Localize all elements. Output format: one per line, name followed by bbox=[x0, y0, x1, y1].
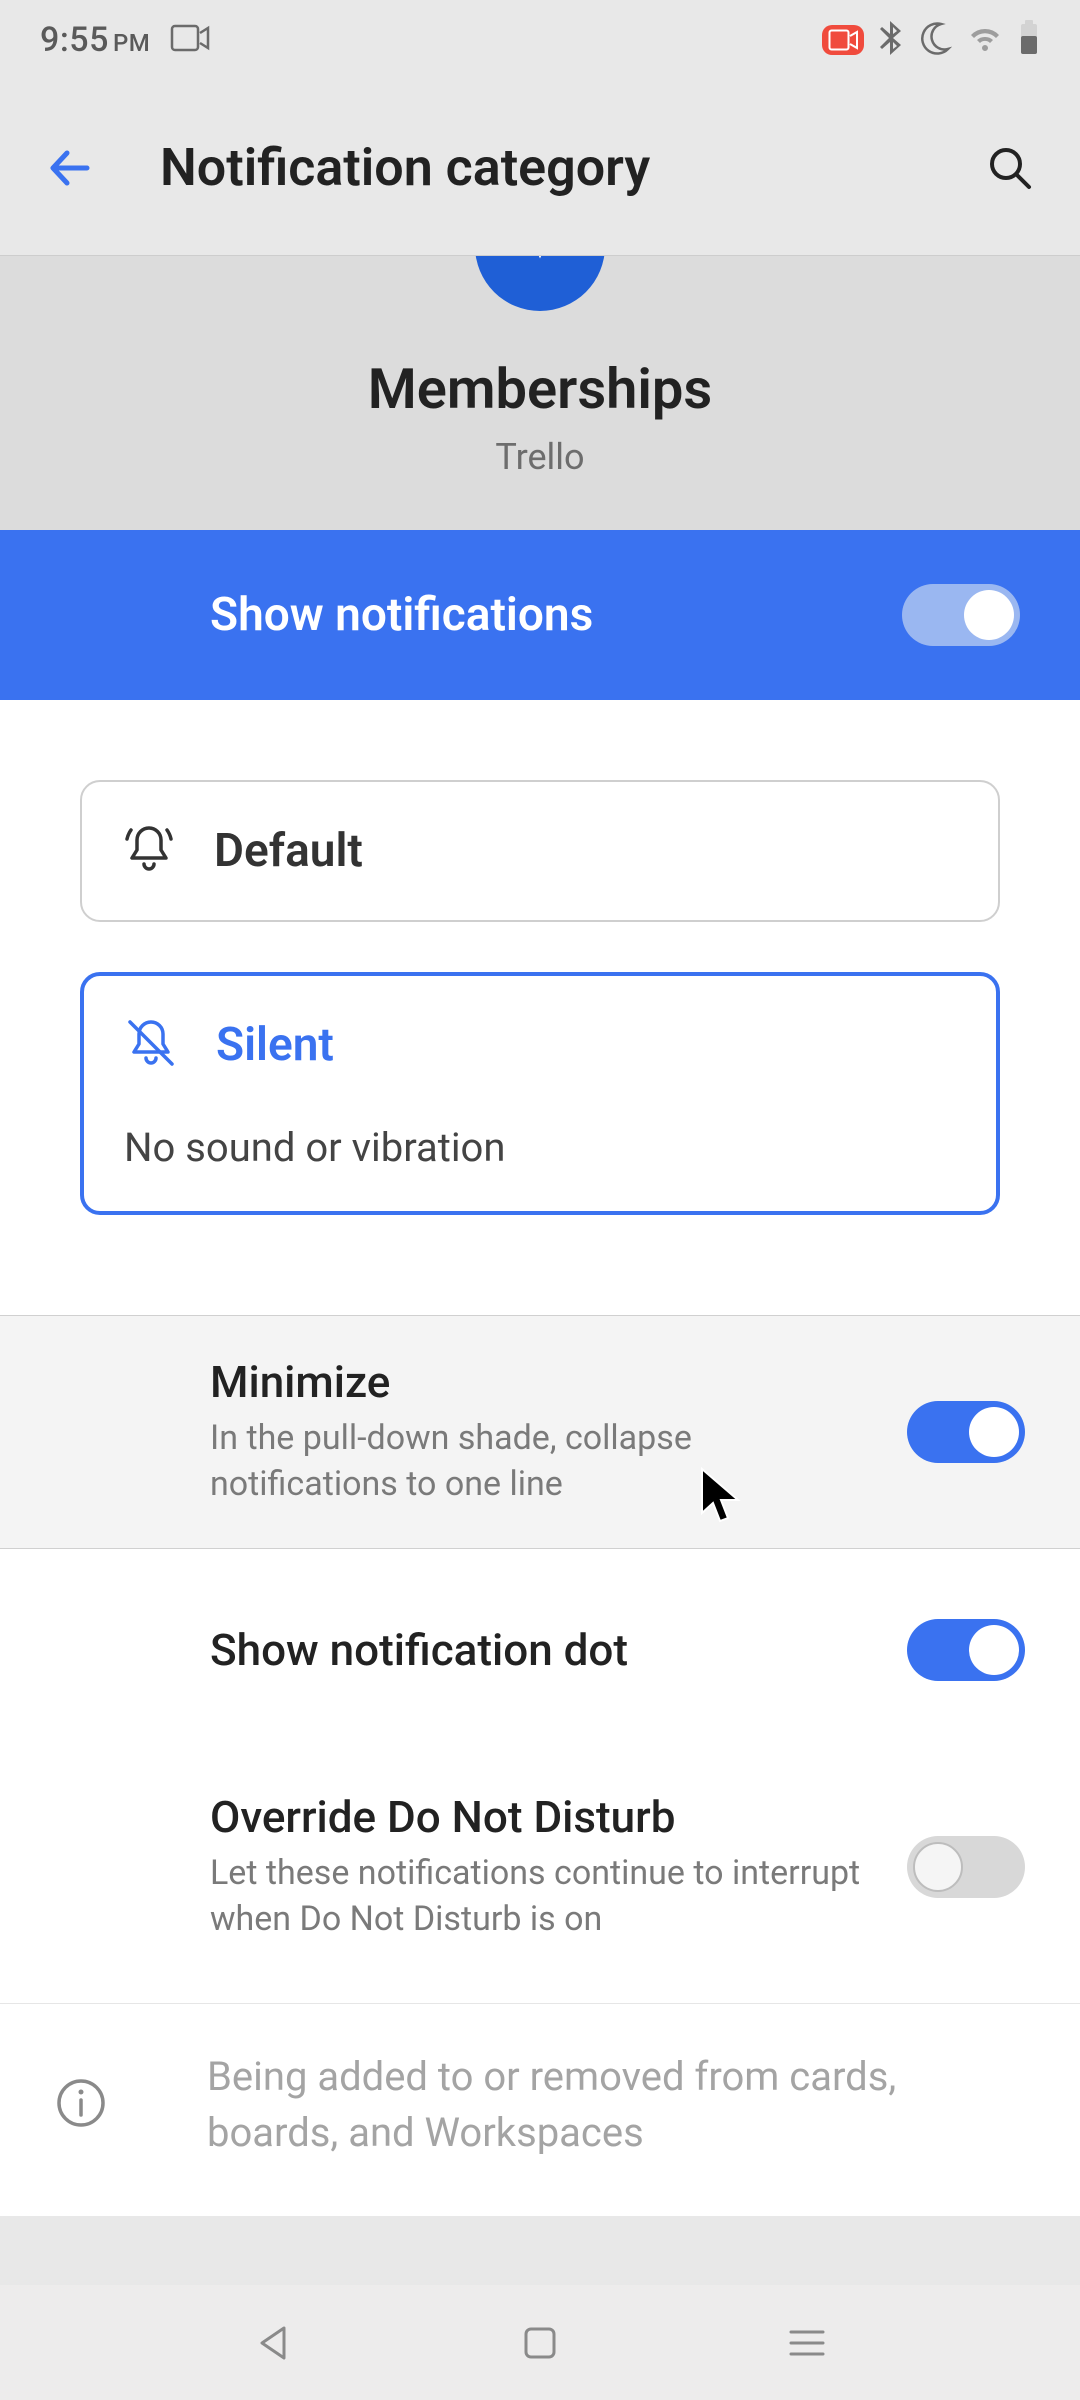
clock: 9:55PM bbox=[40, 20, 150, 60]
dnd-toggle[interactable] bbox=[907, 1836, 1025, 1898]
nav-home-button[interactable] bbox=[510, 2313, 570, 2373]
settings-list: Minimize In the pull-down shade, collaps… bbox=[0, 1315, 1080, 2216]
dot-title: Show notification dot bbox=[210, 1624, 867, 1676]
menu-recents-icon bbox=[787, 2326, 827, 2360]
status-left: 9:55PM bbox=[40, 20, 210, 60]
nav-recents-button[interactable] bbox=[777, 2313, 837, 2373]
screen-record-outline-icon bbox=[170, 24, 210, 56]
battery-icon bbox=[1018, 20, 1040, 60]
search-button[interactable] bbox=[975, 133, 1045, 203]
nav-back-button[interactable] bbox=[243, 2313, 303, 2373]
mode-default-label: Default bbox=[214, 824, 363, 878]
app-icon bbox=[475, 255, 605, 311]
bell-ring-icon bbox=[122, 822, 176, 880]
mode-option-silent[interactable]: Silent No sound or vibration bbox=[80, 972, 1000, 1215]
app-bar: Notification category bbox=[0, 80, 1080, 255]
bell-off-icon bbox=[124, 1016, 178, 1074]
setting-minimize[interactable]: Minimize In the pull-down shade, collaps… bbox=[0, 1315, 1080, 1549]
status-bar: 9:55PM bbox=[0, 0, 1080, 80]
clock-ampm: PM bbox=[113, 29, 150, 57]
setting-notification-dot[interactable]: Show notification dot bbox=[0, 1549, 1080, 1751]
dot-toggle[interactable] bbox=[907, 1619, 1025, 1681]
minimize-toggle[interactable] bbox=[907, 1401, 1025, 1463]
dnd-desc: Let these notifications continue to inte… bbox=[210, 1851, 867, 1943]
category-app-name: Trello bbox=[0, 436, 1080, 478]
show-notifications-label: Show notifications bbox=[210, 588, 902, 642]
setting-override-dnd[interactable]: Override Do Not Disturb Let these notifi… bbox=[0, 1751, 1080, 2003]
system-nav-bar bbox=[0, 2285, 1080, 2400]
alert-mode-section: Default Silent No sound or vibration bbox=[0, 700, 1080, 1315]
clock-time: 9:55 bbox=[40, 20, 109, 60]
mode-option-default[interactable]: Default bbox=[80, 780, 1000, 922]
channel-description-row: Being added to or removed from cards, bo… bbox=[0, 2003, 1080, 2216]
bluetooth-icon bbox=[878, 21, 902, 59]
square-home-icon bbox=[521, 2324, 559, 2362]
show-notifications-toggle[interactable] bbox=[902, 584, 1020, 646]
channel-description-text: Being added to or removed from cards, bo… bbox=[207, 2049, 927, 2161]
dnd-moon-icon bbox=[916, 20, 952, 60]
minimize-desc: In the pull-down shade, collapse notific… bbox=[210, 1416, 867, 1508]
back-button[interactable] bbox=[35, 133, 105, 203]
category-title: Memberships bbox=[0, 356, 1080, 422]
status-right bbox=[822, 20, 1040, 60]
triangle-back-icon bbox=[252, 2322, 294, 2364]
info-icon bbox=[55, 2077, 107, 2133]
screen-recording-badge-icon bbox=[822, 25, 864, 55]
minimize-title: Minimize bbox=[210, 1356, 867, 1408]
page-title: Notification category bbox=[160, 137, 975, 198]
show-notifications-row[interactable]: Show notifications bbox=[0, 530, 1080, 700]
search-icon bbox=[987, 145, 1033, 191]
wifi-icon bbox=[966, 23, 1004, 57]
arrow-left-icon bbox=[45, 143, 95, 193]
dnd-title: Override Do Not Disturb bbox=[210, 1791, 867, 1843]
mode-silent-label: Silent bbox=[216, 1018, 334, 1072]
category-header: Memberships Trello bbox=[0, 255, 1080, 530]
mode-silent-desc: No sound or vibration bbox=[124, 1124, 956, 1171]
